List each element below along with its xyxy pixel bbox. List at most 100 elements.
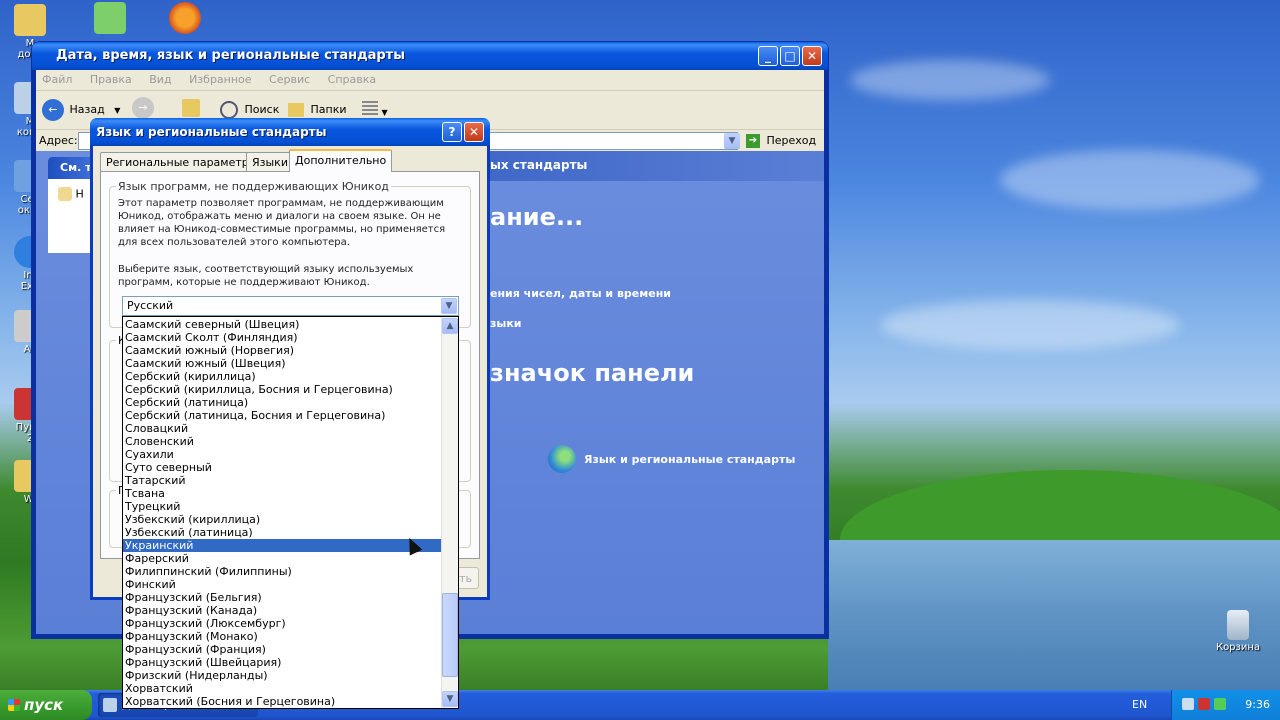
menu-favorites[interactable]: Избранное [189,73,251,86]
task-link-languages[interactable]: зыки [490,317,522,330]
tab-advanced[interactable]: Дополнительно [289,149,393,172]
clock-icon [58,187,72,201]
views-icon [362,101,378,115]
language-option[interactable]: Украинский [123,539,442,552]
help-button[interactable]: ? [442,122,462,142]
dialog-close-button[interactable]: ✕ [464,122,484,142]
menu-file[interactable]: Файл [42,73,72,86]
menu-view[interactable]: Вид [149,73,171,86]
desktop-icon-recycle-bin[interactable]: Корзина [1208,610,1268,653]
language-option[interactable]: Хорватский (Босния и Герцеговина) [123,695,442,708]
non-unicode-language-select[interactable]: Русский ▼ [122,296,459,316]
language-option[interactable]: Французский (Франция) [123,643,442,656]
language-option[interactable]: Суто северный [123,461,442,474]
windows-logo-icon [8,699,20,711]
recycle-bin-icon [1227,610,1249,640]
search-icon [220,101,238,119]
globe-clock-icon [548,445,576,473]
language-option[interactable]: Французский (Люксембург) [123,617,442,630]
language-option[interactable]: Хорватский [123,682,442,695]
clock[interactable]: 9:36 [1245,690,1270,720]
language-option[interactable]: Саамский северный (Швеция) [123,318,442,331]
tray-safely-remove-icon[interactable] [1182,698,1194,710]
minimize-button[interactable]: _ [758,46,778,66]
apply-button-label: ть [459,572,472,585]
task-link-number-formats[interactable]: ения чисел, даты и времени [490,287,671,300]
tray-security-icon[interactable] [1198,698,1210,710]
language-indicator[interactable]: EN [1132,690,1147,720]
language-option[interactable]: Сербский (кириллица, Босния и Герцеговин… [123,383,442,396]
folders-label: Папки [310,103,347,116]
dropdown-scrollbar[interactable]: ▲ ▼ [441,317,458,708]
menu-help[interactable]: Справка [328,73,376,86]
start-label: пуск [24,696,64,714]
chevron-down-icon: ▼ [381,108,388,117]
close-button[interactable]: ✕ [802,46,822,66]
tab-regional-options[interactable]: Региональные параметры [100,152,264,171]
language-option[interactable]: Саамский южный (Норвегия) [123,344,442,357]
language-dropdown-list[interactable]: Саамский северный (Швеция) Саамский Сколт… [122,316,459,709]
language-option[interactable]: Фарерский [123,552,442,565]
go-label: Переход [766,134,817,147]
panel-header-text: ых стандарты [490,158,588,172]
start-button[interactable]: пуск [0,690,92,720]
language-option[interactable]: Саамский южный (Швеция) [123,357,442,370]
menu-bar: Файл Правка Вид Избранное Сервис Справка [36,70,824,91]
language-option[interactable]: Словацкий [123,422,442,435]
language-option[interactable]: Французский (Канада) [123,604,442,617]
non-unicode-description: Этот параметр позволяет программам, не п… [118,198,446,248]
language-option[interactable]: Сербский (латиница) [123,396,442,409]
wallpaper-cloud [880,300,1180,350]
maximize-button[interactable]: □ [780,46,800,66]
language-option[interactable]: Филиппинский (Филиппины) [123,565,442,578]
language-option[interactable]: Узбекский (латиница) [123,526,442,539]
back-arrow-icon: ← [42,99,64,121]
desktop-icon-firefox[interactable] [155,2,215,36]
address-label: Адрес: [39,134,78,147]
wallpaper-cloud [1000,150,1260,210]
dialog-title-bar[interactable]: Язык и региональные стандарты [90,118,490,146]
non-unicode-prompt: Выберите язык, соответствующий языку исп… [118,264,414,288]
selected-language-value: Русский [127,299,174,312]
tray-network-icon[interactable] [1214,698,1226,710]
pick-icon-heading: значок панели [490,359,695,387]
forward-button[interactable]: → [132,97,154,119]
language-option[interactable]: Турецкий [123,500,442,513]
system-tray: 9:36 [1171,690,1280,720]
language-option[interactable]: Французский (Швейцария) [123,656,442,669]
language-option[interactable]: Французский (Бельгия) [123,591,442,604]
control-panel-icon [103,698,117,712]
language-option[interactable]: Узбекский (кириллица) [123,513,442,526]
address-dropdown-button[interactable]: ▼ [724,133,740,149]
scroll-up-button[interactable]: ▲ [442,318,458,334]
desktop-icon-top-app[interactable] [80,2,140,36]
language-option[interactable]: Татарский [123,474,442,487]
language-option[interactable]: Сербский (кириллица) [123,370,442,383]
up-folder-button[interactable] [182,99,200,117]
menu-tools[interactable]: Сервис [269,73,310,86]
search-label: Поиск [244,103,280,116]
non-unicode-group-title: Язык программ, не поддерживающих Юникод [116,180,391,193]
language-option[interactable]: Фризский (Нидерланды) [123,669,442,682]
see-also-item-label: Н [75,187,84,201]
window-title-bar[interactable]: Дата, время, язык и региональные стандар… [32,42,828,70]
language-option[interactable]: Сербский (латиница, Босния и Герцеговина… [123,409,442,422]
go-button[interactable]: ➔ Переход [746,132,816,150]
menu-edit[interactable]: Правка [90,73,132,86]
language-option[interactable]: Французский (Монако) [123,630,442,643]
go-arrow-icon: ➔ [746,134,760,148]
language-option[interactable]: Суахили [123,448,442,461]
language-option[interactable]: Саамский Сколт (Финляндия) [123,331,442,344]
desktop-icon-label: Корзина [1215,642,1261,653]
tab-languages[interactable]: Языки [246,152,294,171]
scroll-down-button[interactable]: ▼ [442,691,458,707]
language-option[interactable]: Финский [123,578,442,591]
chevron-down-icon[interactable]: ▼ [441,298,457,314]
app-icon [94,2,126,34]
chevron-down-icon: ▼ [114,106,121,115]
scroll-thumb[interactable] [442,593,458,677]
views-button[interactable]: ▼ [362,101,390,117]
language-option[interactable]: Словенский [123,435,442,448]
wallpaper-cloud [850,60,1050,100]
language-option[interactable]: Тсвана [123,487,442,500]
